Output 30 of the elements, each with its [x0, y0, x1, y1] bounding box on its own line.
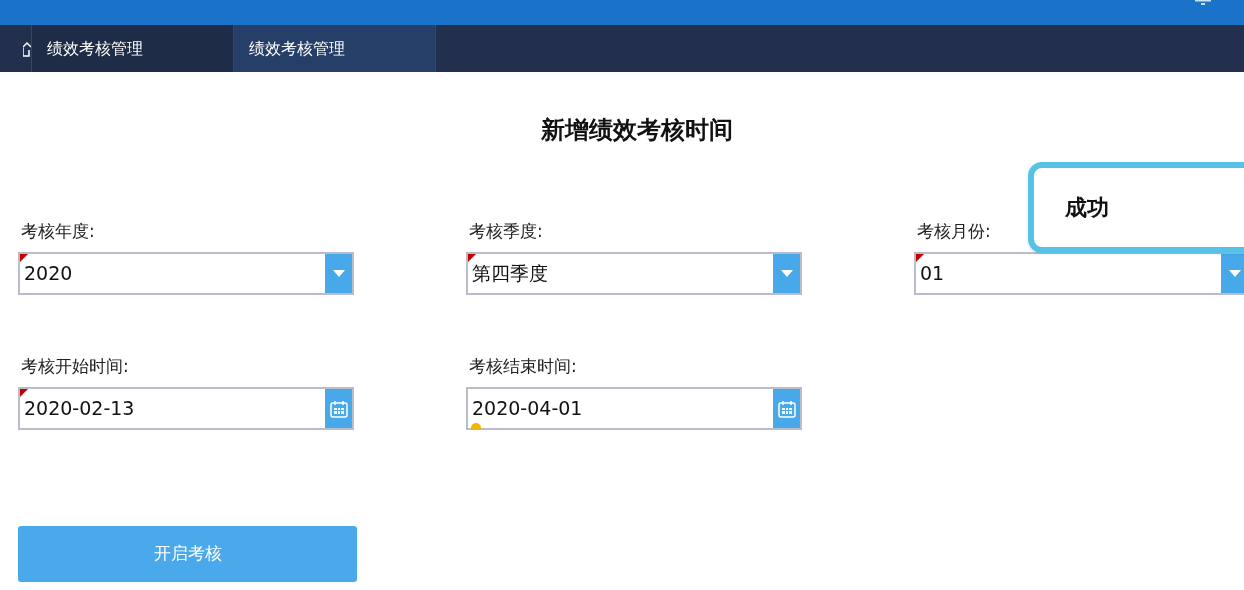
- select-field[interactable]: 01: [914, 252, 1244, 295]
- select-field[interactable]: 第四季度: [466, 252, 802, 295]
- toast-message: 成功: [1065, 194, 1109, 222]
- dropdown-button[interactable]: [773, 254, 800, 293]
- field-label: 考核季度:: [469, 220, 544, 242]
- field-value: 2020-04-01: [471, 396, 584, 422]
- calendar-icon: [329, 399, 348, 418]
- dropdown-button[interactable]: [325, 254, 352, 293]
- home-icon: [23, 40, 31, 57]
- date-field[interactable]: 2020-02-13: [18, 387, 354, 430]
- field-label: 考核开始时间:: [21, 355, 130, 377]
- dropdown-button[interactable]: [1221, 254, 1244, 293]
- date-field[interactable]: 2020-04-01: [466, 387, 802, 430]
- field-value: 第四季度: [471, 261, 549, 287]
- page-title: 新增绩效考核时间: [540, 115, 733, 146]
- caret-icon: [780, 270, 793, 277]
- caret-icon: [332, 270, 345, 277]
- field-value: 2020-02-13: [23, 396, 136, 422]
- field-label: 考核结束时间:: [469, 355, 578, 377]
- calendar-icon: [777, 399, 796, 418]
- nav-tab[interactable]: 绩效考核管理: [32, 25, 234, 72]
- calendar-button[interactable]: [773, 389, 800, 428]
- field-label: 考核月份:: [917, 220, 992, 242]
- caret-icon: [1228, 270, 1241, 277]
- field-label: 考核年度:: [21, 220, 96, 242]
- calendar-button[interactable]: [325, 389, 352, 428]
- field-value: 01: [919, 261, 946, 287]
- nav-tab[interactable]: 绩效考核管理: [234, 25, 436, 72]
- field-value: 2020: [23, 261, 74, 287]
- select-field[interactable]: 2020: [18, 252, 354, 295]
